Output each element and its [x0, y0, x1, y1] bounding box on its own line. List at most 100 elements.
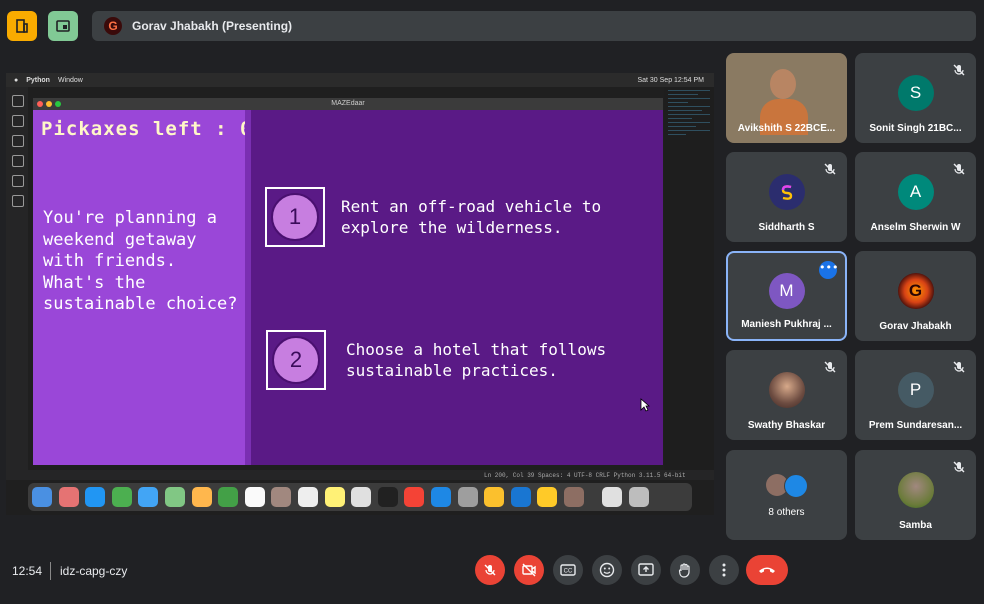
- captions-icon: CC: [560, 564, 576, 576]
- reminders-icon: [297, 487, 318, 507]
- captions-button[interactable]: CC: [553, 555, 583, 585]
- option-1[interactable]: 1 Rent an off-road vehicle to explore th…: [265, 187, 641, 247]
- editor-minimap: [664, 87, 714, 479]
- option-2[interactable]: 2 Choose a hotel that follows sustainabl…: [266, 330, 646, 390]
- camera-toggle-button[interactable]: [514, 555, 544, 585]
- participant-tile-active[interactable]: ••• M Maniesh Pukhraj ...: [726, 251, 847, 341]
- extensions-icon: [12, 175, 24, 187]
- facetime-icon: [218, 487, 239, 507]
- mac-dock: [28, 483, 692, 511]
- finder-icon: [32, 487, 52, 507]
- svg-text:CC: CC: [564, 569, 573, 575]
- raise-hand-button[interactable]: [670, 555, 700, 585]
- participant-photo: [768, 371, 805, 408]
- option-text: Choose a hotel that follows sustainable …: [346, 340, 607, 380]
- presenter-avatar: G: [104, 17, 122, 35]
- participant-photo: [897, 471, 934, 508]
- participant-tile[interactable]: Avikshith S 22BCE...: [726, 53, 847, 143]
- call-controls-bar: 12:54 idz-capg-czy CC: [0, 548, 984, 594]
- meeting-time: 12:54: [12, 564, 43, 578]
- option-text: Rent an off-road vehicle to explore the …: [341, 197, 602, 237]
- game-question: You're planning a weekend getaway with f…: [43, 208, 238, 314]
- participant-tile[interactable]: Samba: [855, 450, 976, 540]
- mac-menu-window: Window: [57, 76, 83, 84]
- calendar-icon: [244, 487, 265, 507]
- document-icon: [602, 487, 623, 507]
- freeform-icon: [351, 487, 372, 507]
- presenter-label: Gorav Jhabakh (Presenting): [132, 19, 293, 33]
- app-icon: [563, 487, 584, 507]
- vscode-icon: [510, 487, 531, 507]
- option-number-box: 1: [265, 187, 325, 247]
- mic-toggle-button[interactable]: [475, 555, 505, 585]
- participant-tile[interactable]: S Sonit Singh 21BC...: [855, 53, 976, 143]
- others-avatars: [766, 474, 810, 498]
- mic-off-icon: [953, 64, 965, 76]
- pickaxes-counter: Pickaxes left : 0: [41, 118, 253, 140]
- mac-clock: Sat 30 Sep 12:54 PM: [637, 76, 704, 84]
- participant-tile[interactable]: A Anselm Sherwin W: [855, 152, 976, 242]
- camera-off-icon: [522, 563, 536, 577]
- others-count: 8 others: [768, 507, 805, 518]
- participant-name: Prem Sundaresan...: [868, 420, 963, 431]
- present-screen-icon: [638, 563, 654, 576]
- more-options-button[interactable]: [709, 555, 739, 585]
- reactions-button[interactable]: [592, 555, 622, 585]
- tv-icon: [377, 487, 398, 507]
- chrome-icon: [484, 487, 505, 507]
- layout-button[interactable]: [48, 11, 78, 41]
- mic-off-icon: [953, 163, 965, 175]
- game-window: MAZEdaar Pickaxes left : 0 You're planni…: [33, 98, 663, 465]
- apple-icon: ●: [14, 76, 19, 84]
- divider: [50, 562, 51, 580]
- presenting-banner[interactable]: G Gorav Jhabakh (Presenting): [92, 11, 976, 41]
- participant-name: Sonit Singh 21BC...: [869, 123, 962, 134]
- participant-avatar-initial: G: [908, 280, 923, 300]
- participant-avatar: S: [897, 74, 934, 111]
- hang-up-icon: [759, 567, 775, 573]
- participant-name: Avikshith S 22BCE...: [737, 123, 836, 134]
- shared-screen: ● Python Window Sat 30 Sep 12:54 PM Ln 2…: [6, 73, 714, 515]
- participant-avatar: [768, 173, 805, 210]
- more-vert-icon: [722, 563, 726, 577]
- safari-icon: [85, 487, 106, 507]
- mail-icon: [138, 487, 159, 507]
- appstore-icon: [430, 487, 451, 507]
- participant-avatar: A: [897, 173, 934, 210]
- building-icon: [16, 19, 28, 33]
- participant-name: Maniesh Pukhraj ...: [741, 319, 832, 330]
- editor-activity-bar: [6, 87, 28, 479]
- participant-tile[interactable]: Siddharth S: [726, 152, 847, 242]
- mic-off-icon: [953, 461, 965, 473]
- activities-button[interactable]: [7, 11, 37, 41]
- participant-name: Anselm Sherwin W: [870, 222, 961, 233]
- trash-icon: [629, 487, 650, 507]
- participant-tile[interactable]: P Prem Sundaresan...: [855, 350, 976, 440]
- settings-icon: [457, 487, 478, 507]
- participant-tile[interactable]: Swathy Bhaskar: [726, 350, 847, 440]
- notes-icon: [324, 487, 345, 507]
- run-icon: [12, 155, 24, 167]
- mic-off-icon: [953, 361, 965, 373]
- mouse-cursor-icon: [640, 398, 650, 412]
- mac-app-name: Python: [26, 76, 50, 84]
- messages-icon: [111, 487, 132, 507]
- s-logo-icon: [781, 184, 792, 200]
- music-icon: [404, 487, 425, 507]
- option-number-box: 2: [266, 330, 326, 390]
- testing-icon: [12, 195, 24, 207]
- participant-name: Gorav Jhabakh: [879, 321, 952, 332]
- participant-tile[interactable]: G Gorav Jhabakh: [855, 251, 976, 341]
- others-tile[interactable]: 8 others: [726, 450, 847, 540]
- more-options-icon[interactable]: •••: [819, 261, 838, 279]
- present-button[interactable]: [631, 555, 661, 585]
- app-icon: [537, 487, 558, 507]
- mic-off-icon: [824, 163, 836, 175]
- contacts-icon: [271, 487, 292, 507]
- game-left-panel: Pickaxes left : 0 You're planning a week…: [33, 110, 251, 465]
- launchpad-icon: [58, 487, 79, 507]
- mic-off-icon: [484, 564, 496, 576]
- participant-avatar: G: [897, 272, 934, 309]
- leave-call-button[interactable]: [746, 555, 788, 585]
- game-options-panel: 1 Rent an off-road vehicle to explore th…: [251, 110, 663, 465]
